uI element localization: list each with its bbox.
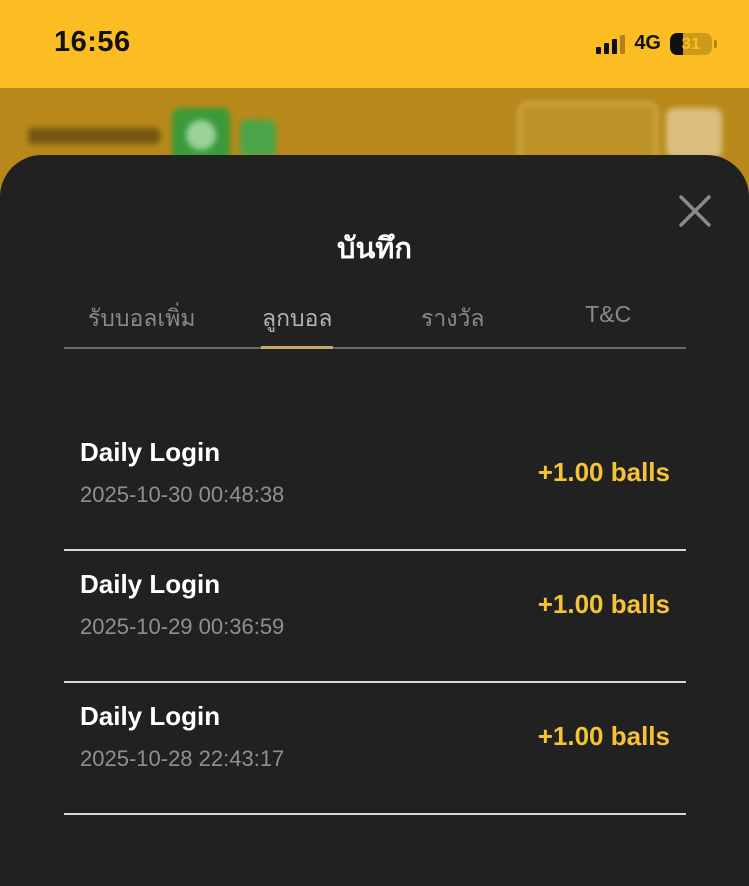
- blurred-button: [172, 108, 230, 162]
- record-title: Daily Login: [80, 569, 221, 599]
- list-item: Daily Login 2025-10-28 22:43:17 +1.00 ba…: [64, 683, 686, 815]
- status-indicators: 4G 31: [596, 32, 717, 55]
- tab-label: ลูกบอล: [261, 305, 333, 331]
- record-timestamp: 2025-10-30 00:48:38: [80, 482, 285, 507]
- close-icon[interactable]: [677, 193, 713, 229]
- tab-terms[interactable]: T&C: [531, 291, 687, 347]
- records-sheet: บันทึก รับบอลเพิ่ม ลูกบอล รางวัล T&C Dai…: [0, 155, 749, 886]
- status-time: 16:56: [54, 26, 131, 58]
- list-item: Daily Login 2025-10-29 00:36:59 +1.00 ba…: [64, 551, 686, 683]
- record-title: Daily Login: [80, 437, 221, 467]
- record-amount: +1.00 balls: [537, 721, 670, 751]
- tab-label: รางวัล: [420, 305, 485, 331]
- tab-balls[interactable]: ลูกบอล: [220, 291, 376, 349]
- tab-label: รับบอลเพิ่ม: [87, 305, 196, 331]
- blurred-icon-button: [666, 108, 722, 158]
- record-title: Daily Login: [80, 701, 221, 731]
- record-amount: +1.00 balls: [537, 457, 670, 487]
- tab-label: T&C: [585, 301, 632, 327]
- signal-icon: [596, 34, 626, 54]
- tab-get-more-balls[interactable]: รับบอลเพิ่ม: [64, 291, 220, 347]
- records-list: Daily Login 2025-10-30 00:48:38 +1.00 ba…: [64, 419, 686, 815]
- network-type: 4G: [634, 32, 661, 54]
- status-bar: 16:56 4G 31: [0, 0, 749, 88]
- sheet-title: บันทึก: [337, 233, 412, 265]
- record-amount: +1.00 balls: [537, 589, 670, 619]
- tab-bar: รับบอลเพิ่ม ลูกบอล รางวัล T&C: [64, 291, 686, 349]
- tab-rewards[interactable]: รางวัล: [375, 291, 531, 347]
- battery-tip: [714, 39, 717, 48]
- list-item: Daily Login 2025-10-30 00:48:38 +1.00 ba…: [64, 419, 686, 551]
- battery-icon: 31: [670, 32, 712, 55]
- blurred-text: [28, 128, 160, 144]
- record-timestamp: 2025-10-29 00:36:59: [80, 614, 285, 639]
- active-tab-indicator: [261, 346, 334, 349]
- blurred-button-small: [240, 120, 276, 156]
- record-timestamp: 2025-10-28 22:43:17: [80, 746, 285, 771]
- battery-level: 31: [681, 33, 701, 53]
